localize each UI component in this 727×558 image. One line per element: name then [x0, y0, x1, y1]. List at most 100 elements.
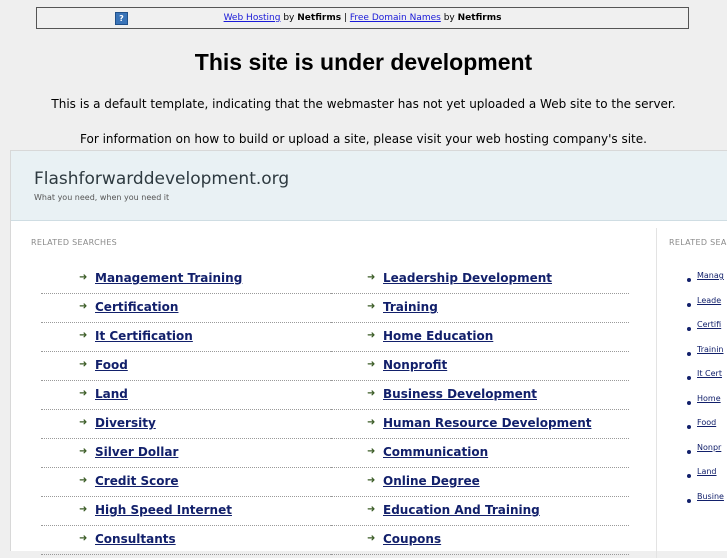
related-link[interactable]: Education And Training [383, 503, 540, 517]
related-link[interactable]: Credit Score [95, 474, 179, 488]
by-text-2: by [443, 13, 455, 23]
arrow-right-icon: ➜ [367, 330, 376, 341]
bullet-icon [687, 449, 691, 454]
template-notice: This is a default template, indicating t… [51, 97, 676, 111]
arrow-right-icon: ➜ [79, 475, 88, 486]
related-link[interactable]: Business Development [383, 387, 537, 401]
related-link[interactable]: Management Training [95, 271, 242, 285]
bullet-icon [687, 474, 691, 478]
related-searches-label: RELATED SEARCHES [31, 238, 118, 247]
side-link[interactable]: Manag [697, 271, 724, 280]
arrow-right-icon: ➜ [367, 417, 376, 428]
related-link[interactable]: It Certification [95, 329, 193, 343]
related-link-item: ➜ It Certification [41, 324, 341, 352]
question-icon: ? [115, 12, 128, 25]
bullet-icon [687, 425, 691, 429]
arrow-right-icon: ➜ [79, 272, 88, 283]
arrow-right-icon: ➜ [79, 446, 88, 457]
side-link[interactable]: Land [697, 467, 717, 476]
netfirms-brand-1: Netfirms [297, 13, 342, 23]
arrow-right-icon: ➜ [367, 388, 376, 399]
arrow-right-icon: ➜ [367, 301, 376, 312]
bullet-icon [687, 327, 691, 331]
related-links-column-1: ➜ Management Training ➜ Certification ➜ It Ce… [31, 266, 341, 556]
domain-name[interactable]: Flashforwarddevelopment.org [34, 169, 289, 189]
related-link[interactable]: Certification [95, 300, 178, 314]
related-link[interactable]: Human Resource Development [383, 416, 592, 430]
side-link[interactable]: Food [697, 418, 716, 427]
related-link-item: ➜ Training [331, 295, 629, 323]
related-link-item: ➜ Credit Score [41, 469, 341, 497]
bullet-icon [687, 376, 691, 380]
arrow-right-icon: ➜ [79, 359, 88, 370]
related-searches-label-side: RELATED SEA [669, 238, 727, 247]
related-link[interactable]: Home Education [383, 329, 493, 343]
arrow-right-icon: ➜ [367, 446, 376, 457]
related-link-item: ➜ Certification [41, 295, 341, 323]
parked-page-frame: Flashforwarddevelopment.org What you nee… [10, 150, 727, 558]
bullet-icon [687, 302, 691, 307]
related-link[interactable]: Leadership Development [383, 271, 552, 285]
free-domain-names-link[interactable]: Free Domain Names [350, 13, 441, 23]
side-link[interactable]: Busine [697, 492, 724, 501]
arrow-right-icon: ➜ [367, 475, 376, 486]
side-link[interactable]: Leade [697, 296, 721, 305]
column-divider [656, 228, 657, 558]
related-link-item: ➜ Home Education [331, 324, 629, 352]
side-link[interactable]: Nonpr [697, 443, 721, 452]
arrow-right-icon: ➜ [79, 301, 88, 312]
related-link-item: ➜ Management Training [41, 266, 341, 294]
arrow-right-icon: ➜ [79, 504, 88, 515]
arrow-right-icon: ➜ [367, 272, 376, 283]
related-link[interactable]: Coupons [383, 532, 441, 546]
side-link[interactable]: It Cert [697, 369, 722, 378]
arrow-right-icon: ➜ [79, 417, 88, 428]
related-link[interactable]: Online Degree [383, 474, 480, 488]
site-header: Flashforwarddevelopment.org What you nee… [11, 151, 727, 221]
related-link-item: ➜ Diversity [41, 411, 341, 439]
bullet-icon [687, 278, 691, 282]
arrow-right-icon: ➜ [367, 504, 376, 515]
hosting-info: For information on how to build or uploa… [80, 132, 647, 146]
related-link-item: ➜ Nonprofit [331, 353, 629, 381]
arrow-right-icon: ➜ [79, 388, 88, 399]
arrow-right-icon: ➜ [367, 533, 376, 544]
bullet-icon [687, 498, 691, 503]
hosting-banner: ? Web Hosting by Netfirms | Free Domain … [36, 7, 689, 29]
related-link-item: ➜ Silver Dollar [41, 440, 341, 468]
related-link-item: ➜ Human Resource Development [331, 411, 629, 439]
side-link[interactable]: Certifi [697, 320, 721, 329]
related-link-item: ➜ Business Development [331, 382, 629, 410]
related-link[interactable]: Silver Dollar [95, 445, 178, 459]
web-hosting-link[interactable]: Web Hosting [224, 13, 281, 23]
page-title: This site is under development [194, 49, 533, 75]
bullet-icon [687, 351, 691, 356]
by-text-1: by [283, 13, 295, 23]
related-link-item: ➜ Consultants [41, 527, 341, 555]
arrow-right-icon: ➜ [79, 330, 88, 341]
separator: | [343, 13, 347, 23]
related-link[interactable]: Consultants [95, 532, 176, 546]
related-link-item: ➜ Coupons [331, 527, 629, 555]
related-link-item: ➜ Communication [331, 440, 629, 468]
related-link[interactable]: Land [95, 387, 128, 401]
related-links-column-2: ➜ Leadership Development ➜ Training ➜ Home Ed… [321, 266, 629, 556]
netfirms-brand-2: Netfirms [457, 13, 502, 23]
related-link[interactable]: Communication [383, 445, 488, 459]
related-link[interactable]: Food [95, 358, 128, 372]
bullet-icon [687, 400, 691, 405]
related-link[interactable]: Nonprofit [383, 358, 447, 372]
related-link-item: ➜ Leadership Development [331, 266, 629, 294]
related-link-item: ➜ Online Degree [331, 469, 629, 497]
related-link-item: ➜ Land [41, 382, 341, 410]
related-link-item: ➜ Food [41, 353, 341, 381]
arrow-right-icon: ➜ [79, 533, 88, 544]
arrow-right-icon: ➜ [367, 359, 376, 370]
related-link-item: ➜ High Speed Internet [41, 498, 341, 526]
related-link[interactable]: Training [383, 300, 438, 314]
related-link[interactable]: High Speed Internet [95, 503, 232, 517]
related-link[interactable]: Diversity [95, 416, 156, 430]
related-link-item: ➜ Education And Training [331, 498, 629, 526]
side-link[interactable]: Trainin [697, 345, 724, 354]
side-link[interactable]: Home [697, 394, 721, 403]
